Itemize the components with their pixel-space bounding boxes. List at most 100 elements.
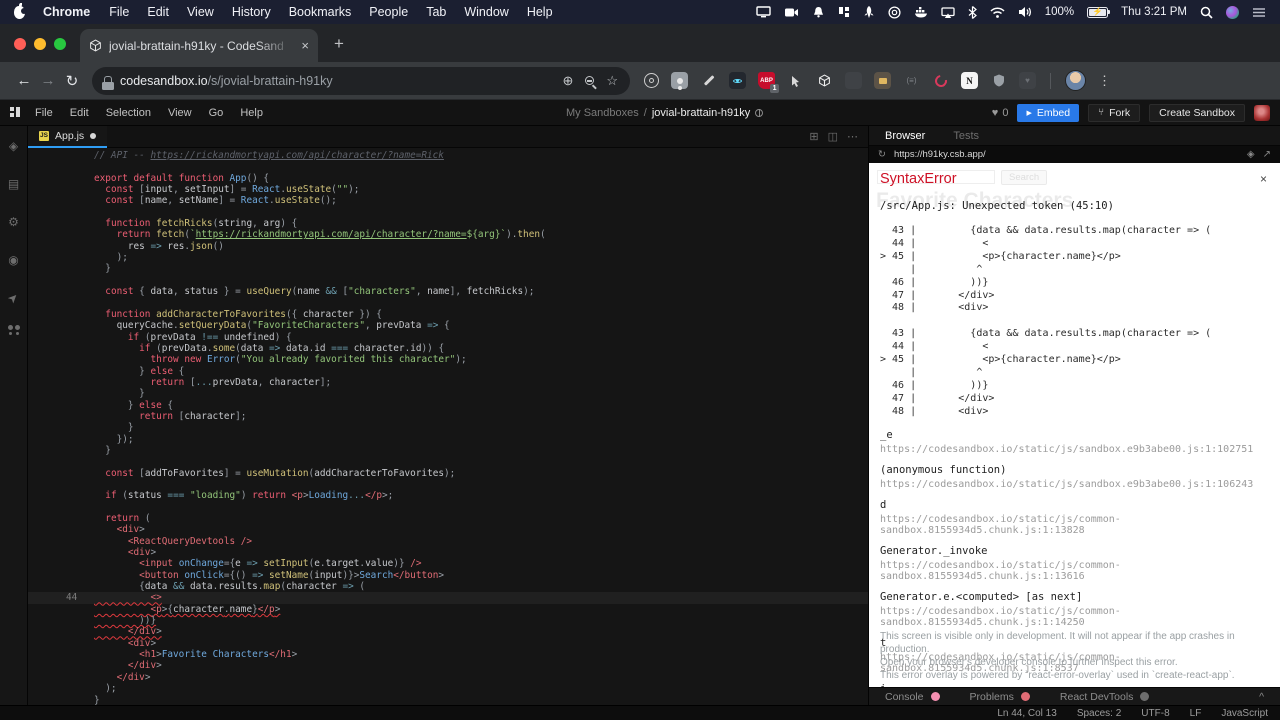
bluetooth-icon[interactable]: [968, 6, 977, 19]
code-line[interactable]: );: [28, 252, 868, 263]
preview-url[interactable]: https://h91ky.csb.app/: [894, 149, 986, 160]
code-line[interactable]: }: [28, 445, 868, 456]
code-line[interactable]: </div>: [28, 626, 868, 637]
code-line[interactable]: [28, 207, 868, 218]
open-external-icon[interactable]: ↗: [1263, 149, 1271, 160]
devtool-tab-problems[interactable]: Problems: [970, 691, 1030, 703]
code-line[interactable]: if (status === "loading") return <p>Load…: [28, 490, 868, 501]
zoom-in-icon[interactable]: ⊕: [562, 73, 573, 89]
bookmark-star-icon[interactable]: ☆: [606, 73, 618, 89]
csb-menu-item[interactable]: Selection: [106, 107, 151, 119]
menubar-clock[interactable]: Thu 3:21 PM: [1121, 6, 1187, 18]
code-line[interactable]: [28, 456, 868, 467]
deployment-rocket-icon[interactable]: ➤: [6, 290, 22, 306]
reload-button[interactable]: ↻: [60, 72, 84, 90]
lock-icon[interactable]: [104, 76, 112, 82]
zoom-window-button[interactable]: [54, 38, 66, 50]
forward-button[interactable]: →: [36, 72, 60, 89]
csb-menu-item[interactable]: File: [35, 107, 53, 119]
status-segment[interactable]: Spaces: 2: [1077, 708, 1121, 719]
code-line[interactable]: );: [28, 683, 868, 694]
code-line[interactable]: [28, 297, 868, 308]
preview-tab-tests[interactable]: Tests: [953, 130, 979, 142]
fork-button[interactable]: ⑂Fork: [1088, 104, 1140, 122]
code-line[interactable]: </div>: [28, 660, 868, 671]
code-line[interactable]: const [name, setName] = React.useState()…: [28, 195, 868, 206]
code-line[interactable]: } else {: [28, 366, 868, 377]
code-line[interactable]: <div>: [28, 524, 868, 535]
csb-menu-item[interactable]: View: [168, 107, 192, 119]
zoom-out-icon[interactable]: [585, 76, 594, 85]
code-line[interactable]: return [...prevData, character];: [28, 377, 868, 388]
adblock-icon[interactable]: ABP1: [758, 72, 775, 89]
code-line[interactable]: <p>{character.name}</p>: [28, 604, 868, 615]
extension-swirl-icon[interactable]: [932, 72, 949, 89]
code-line[interactable]: <div>: [28, 547, 868, 558]
menubar-item[interactable]: History: [232, 5, 271, 19]
code-line[interactable]: [28, 479, 868, 490]
wifi-icon[interactable]: [990, 7, 1005, 18]
status-segment[interactable]: JavaScript: [1221, 708, 1268, 719]
code-line[interactable]: return (: [28, 513, 868, 524]
code-line[interactable]: }: [28, 422, 868, 433]
code-line[interactable]: const { data, status } = useQuery(name &…: [28, 286, 868, 297]
preview-reload-icon[interactable]: ↻: [878, 149, 886, 160]
code-line[interactable]: // API -- https://rickandmortyapi.com/ap…: [28, 150, 868, 161]
bell-icon[interactable]: [812, 6, 825, 18]
code-line[interactable]: }: [28, 263, 868, 274]
code-line[interactable]: if (prevData.some(data => data.id === ch…: [28, 343, 868, 354]
minimize-window-button[interactable]: [34, 38, 46, 50]
codesandbox-extension-icon[interactable]: [816, 72, 833, 89]
status-segment[interactable]: UTF-8: [1141, 708, 1169, 719]
extension-dim-icon[interactable]: [845, 72, 862, 89]
csb-menu-item[interactable]: Go: [209, 107, 224, 119]
code-line[interactable]: export default function App() {: [28, 173, 868, 184]
breadcrumb-sandbox-name[interactable]: jovial-brattain-h91ky: [652, 107, 750, 119]
extension-heart-box-icon[interactable]: ♥: [1019, 72, 1036, 89]
embed-button[interactable]: ▶Embed: [1017, 104, 1079, 122]
user-avatar[interactable]: [1254, 105, 1270, 121]
extension-parens-icon[interactable]: (≡): [903, 72, 920, 89]
code-line[interactable]: <button onClick={() => setName(input)}>S…: [28, 570, 868, 581]
menubar-item[interactable]: File: [109, 5, 129, 19]
code-line[interactable]: <h1>Favorite Characters</h1>: [28, 649, 868, 660]
csb-menu-item[interactable]: Help: [240, 107, 263, 119]
split-view-2-icon[interactable]: ◫: [828, 130, 838, 143]
file-explorer-icon[interactable]: ▤: [8, 178, 19, 190]
code-line[interactable]: }: [28, 388, 868, 399]
back-button[interactable]: ←: [12, 72, 36, 89]
tab-close-icon[interactable]: ×: [301, 38, 309, 53]
status-segment[interactable]: LF: [1190, 708, 1202, 719]
editor-more-icon[interactable]: ⋯: [847, 130, 858, 143]
code-line[interactable]: ))}: [28, 615, 868, 626]
close-window-button[interactable]: [14, 38, 26, 50]
create-sandbox-button[interactable]: Create Sandbox: [1149, 104, 1245, 122]
code-line[interactable]: function fetchRicks(string, arg) {: [28, 218, 868, 229]
code-line[interactable]: [28, 161, 868, 172]
menubar-item[interactable]: Edit: [147, 5, 169, 19]
devtool-tab-react-devtools[interactable]: React DevTools: [1060, 691, 1150, 703]
menubar-item[interactable]: Window: [464, 5, 508, 19]
devtool-tab-console[interactable]: Console: [885, 691, 940, 703]
creative-cloud-icon[interactable]: [888, 6, 901, 19]
apple-icon[interactable]: [14, 6, 25, 19]
globe-icon[interactable]: [755, 109, 763, 117]
code-line[interactable]: return [character];: [28, 411, 868, 422]
menubar-item[interactable]: Help: [527, 5, 553, 19]
code-line[interactable]: queryCache.setQueryData("FavoriteCharact…: [28, 320, 868, 331]
code-line[interactable]: function addCharacterToFavorites({ chara…: [28, 309, 868, 320]
browser-tab[interactable]: jovial-brattain-h91ky - CodeSand ×: [80, 29, 318, 62]
blocks-icon[interactable]: [838, 6, 850, 18]
extension-camera-icon[interactable]: [874, 72, 891, 89]
editor-tab-appjs[interactable]: JS App.js: [28, 126, 107, 148]
menubar-item[interactable]: Tab: [426, 5, 446, 19]
code-line[interactable]: 44 <>: [28, 592, 868, 603]
split-view-icon[interactable]: ⊞: [809, 130, 818, 143]
menubar-app-name[interactable]: Chrome: [43, 5, 90, 19]
code-line[interactable]: [28, 275, 868, 286]
code-line[interactable]: [28, 502, 868, 513]
url-text[interactable]: codesandbox.io/s/jovial-brattain-h91ky: [120, 74, 333, 88]
notion-icon[interactable]: N: [961, 72, 978, 89]
code-lines[interactable]: // API -- https://rickandmortyapi.com/ap…: [28, 148, 868, 705]
code-line[interactable]: const [addToFavorites] = useMutation(add…: [28, 468, 868, 479]
